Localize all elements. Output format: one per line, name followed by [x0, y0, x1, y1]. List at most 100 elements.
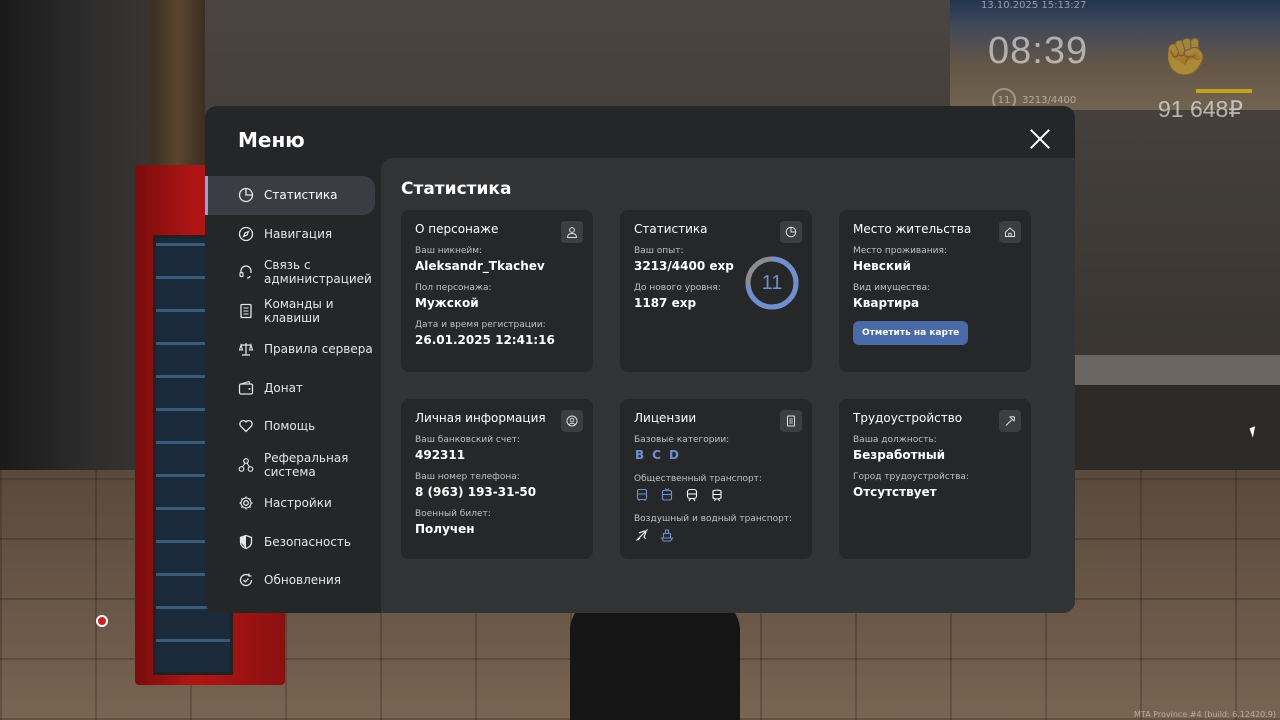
license-category-b: B: [635, 448, 645, 462]
close-icon[interactable]: [1029, 128, 1051, 150]
id-card-icon: [780, 410, 802, 432]
level-progress-ring: 11: [744, 255, 800, 311]
card-licenses: Лицензии Базовые категории: B C D Общест…: [620, 399, 812, 559]
page-title: Статистика: [401, 179, 512, 199]
field-label: Ваш никнейм:: [415, 246, 483, 256]
field-label: Город трудоустройства:: [853, 472, 969, 482]
card-character: О персонаже Ваш никнейм: Aleksandr_Tkach…: [401, 210, 593, 372]
field-label: Дата и время регистрации:: [415, 320, 546, 330]
sidebar-item-donate[interactable]: Донат: [205, 369, 381, 408]
field-label: Базовые категории:: [634, 435, 730, 445]
tram-icon: [709, 487, 725, 503]
player-character: [570, 600, 740, 720]
trolleybus-icon: [659, 487, 675, 503]
sidebar-item-label: Донат: [264, 380, 303, 395]
hammer-icon: [999, 410, 1021, 432]
card-title: Лицензии: [634, 411, 697, 425]
compass-icon: [238, 226, 254, 242]
hud-clock: 08:39: [988, 30, 1089, 72]
sidebar-item-settings[interactable]: Настройки: [205, 484, 381, 523]
field-label: Воздушный и водный транспорт:: [634, 514, 793, 524]
public-transport-licenses: [634, 487, 798, 503]
hud-exp: 3213/4400: [1022, 94, 1077, 106]
field-label: Пол персонажа:: [415, 283, 492, 293]
sidebar-item-label: Реферальная система: [264, 450, 349, 479]
hud-health-bar: [1196, 89, 1252, 93]
military-id-value: Получен: [415, 522, 475, 536]
bank-account-value: 492311: [415, 448, 466, 462]
license-categories: B C D: [635, 448, 798, 462]
house-icon: [999, 221, 1021, 243]
sidebar-item-label: Помощь: [264, 419, 316, 434]
network-icon: [238, 457, 254, 473]
sidebar-item-commands[interactable]: Команды и клавиши: [205, 292, 381, 331]
fist-icon: ✊: [1163, 37, 1208, 78]
sidebar-item-rules[interactable]: Правила сервера: [205, 330, 381, 369]
card-statistics: Статистика Ваш опыт: 3213/4400 exp До но…: [620, 210, 812, 372]
sidebar-item-updates[interactable]: Обновления: [205, 561, 381, 600]
card-title: Место жительства: [853, 222, 972, 236]
document-icon: [238, 303, 254, 319]
field-label: Ваш номер телефона:: [415, 472, 520, 482]
sidebar-item-label: Правила сервера: [264, 342, 373, 357]
sidebar-item-security[interactable]: Безопасность: [205, 523, 381, 562]
wallet-icon: [238, 380, 254, 396]
level-number: 11: [761, 271, 783, 294]
field-label: Вид имущества:: [853, 283, 931, 293]
employment-city-value: Отсутствует: [853, 485, 937, 499]
hud-money: 91 648₽: [1158, 96, 1243, 122]
content-panel: Статистика О персонаже Ваш никнейм: Alek…: [381, 158, 1075, 613]
registration-date-value: 26.01.2025 12:41:16: [415, 333, 555, 347]
air-water-licenses: [634, 527, 798, 543]
refresh-check-icon: [238, 572, 254, 588]
position-value: Безработный: [853, 448, 946, 462]
pie-chart-icon: [238, 187, 254, 203]
sidebar-item-label: Обновления: [264, 573, 342, 588]
card-employment: Трудоустройство Ваша должность: Безработ…: [839, 399, 1031, 559]
license-category-c: C: [652, 448, 661, 462]
mark-on-map-button[interactable]: Отметить на карте: [853, 321, 969, 345]
gear-icon: [238, 495, 254, 511]
train-icon: [684, 487, 700, 503]
card-residence: Место жительства Место проживания: Невск…: [839, 210, 1031, 372]
menu-window: Меню Статистика Навигация Связь с админи…: [205, 106, 1075, 613]
field-label: Ваш банковский счет:: [415, 435, 521, 445]
card-title: О персонаже: [415, 222, 499, 236]
sidebar-item-referral[interactable]: Реферальная система: [205, 446, 381, 485]
property-type-value: Квартира: [853, 296, 920, 310]
clock-chart-icon: [780, 221, 802, 243]
airplane-icon: [634, 527, 650, 543]
nickname-value: Aleksandr_Tkachev: [415, 259, 545, 273]
sidebar: Статистика Навигация Связь с администрац…: [205, 176, 381, 600]
field-label: Ваша должность:: [853, 435, 937, 445]
sidebar-item-admin-contact[interactable]: Связь с администрацией: [205, 253, 381, 292]
boat-icon: [659, 527, 675, 543]
sidebar-item-label: Связь с администрацией: [264, 258, 372, 287]
gender-value: Мужской: [415, 296, 479, 310]
sidebar-item-label: Навигация: [264, 226, 333, 241]
sidebar-item-help[interactable]: Помощь: [205, 407, 381, 446]
card-title: Личная информация: [415, 411, 546, 425]
headset-icon: [238, 264, 254, 280]
heart-hand-icon: [238, 418, 254, 434]
bus-icon: [634, 487, 650, 503]
sidebar-item-label: Статистика: [264, 188, 338, 203]
menu-title: Меню: [238, 128, 305, 152]
sidebar-item-label: Настройки: [264, 496, 332, 511]
license-category-d: D: [668, 448, 679, 462]
field-label: Место проживания:: [853, 246, 947, 256]
card-title: Трудоустройство: [853, 411, 963, 425]
field-label: Общественный транспорт:: [634, 474, 762, 484]
record-icon: [96, 615, 108, 627]
sidebar-item-navigation[interactable]: Навигация: [205, 215, 381, 254]
sidebar-item-label: Безопасность: [264, 534, 351, 549]
sidebar-item-label: Команды и клавиши: [264, 296, 334, 325]
residence-value: Невский: [853, 259, 911, 273]
shield-icon: [238, 534, 254, 550]
user-icon: [561, 221, 583, 243]
build-info: MTA Province #4 (build: 6.12420.9): [1134, 710, 1276, 719]
sidebar-item-statistics[interactable]: Статистика: [205, 176, 375, 215]
field-label: Военный билет:: [415, 509, 491, 519]
hud-datetime: 13.10.2025 15:13:27: [981, 0, 1087, 11]
card-personal: Личная информация Ваш банковский счет: 4…: [401, 399, 593, 559]
